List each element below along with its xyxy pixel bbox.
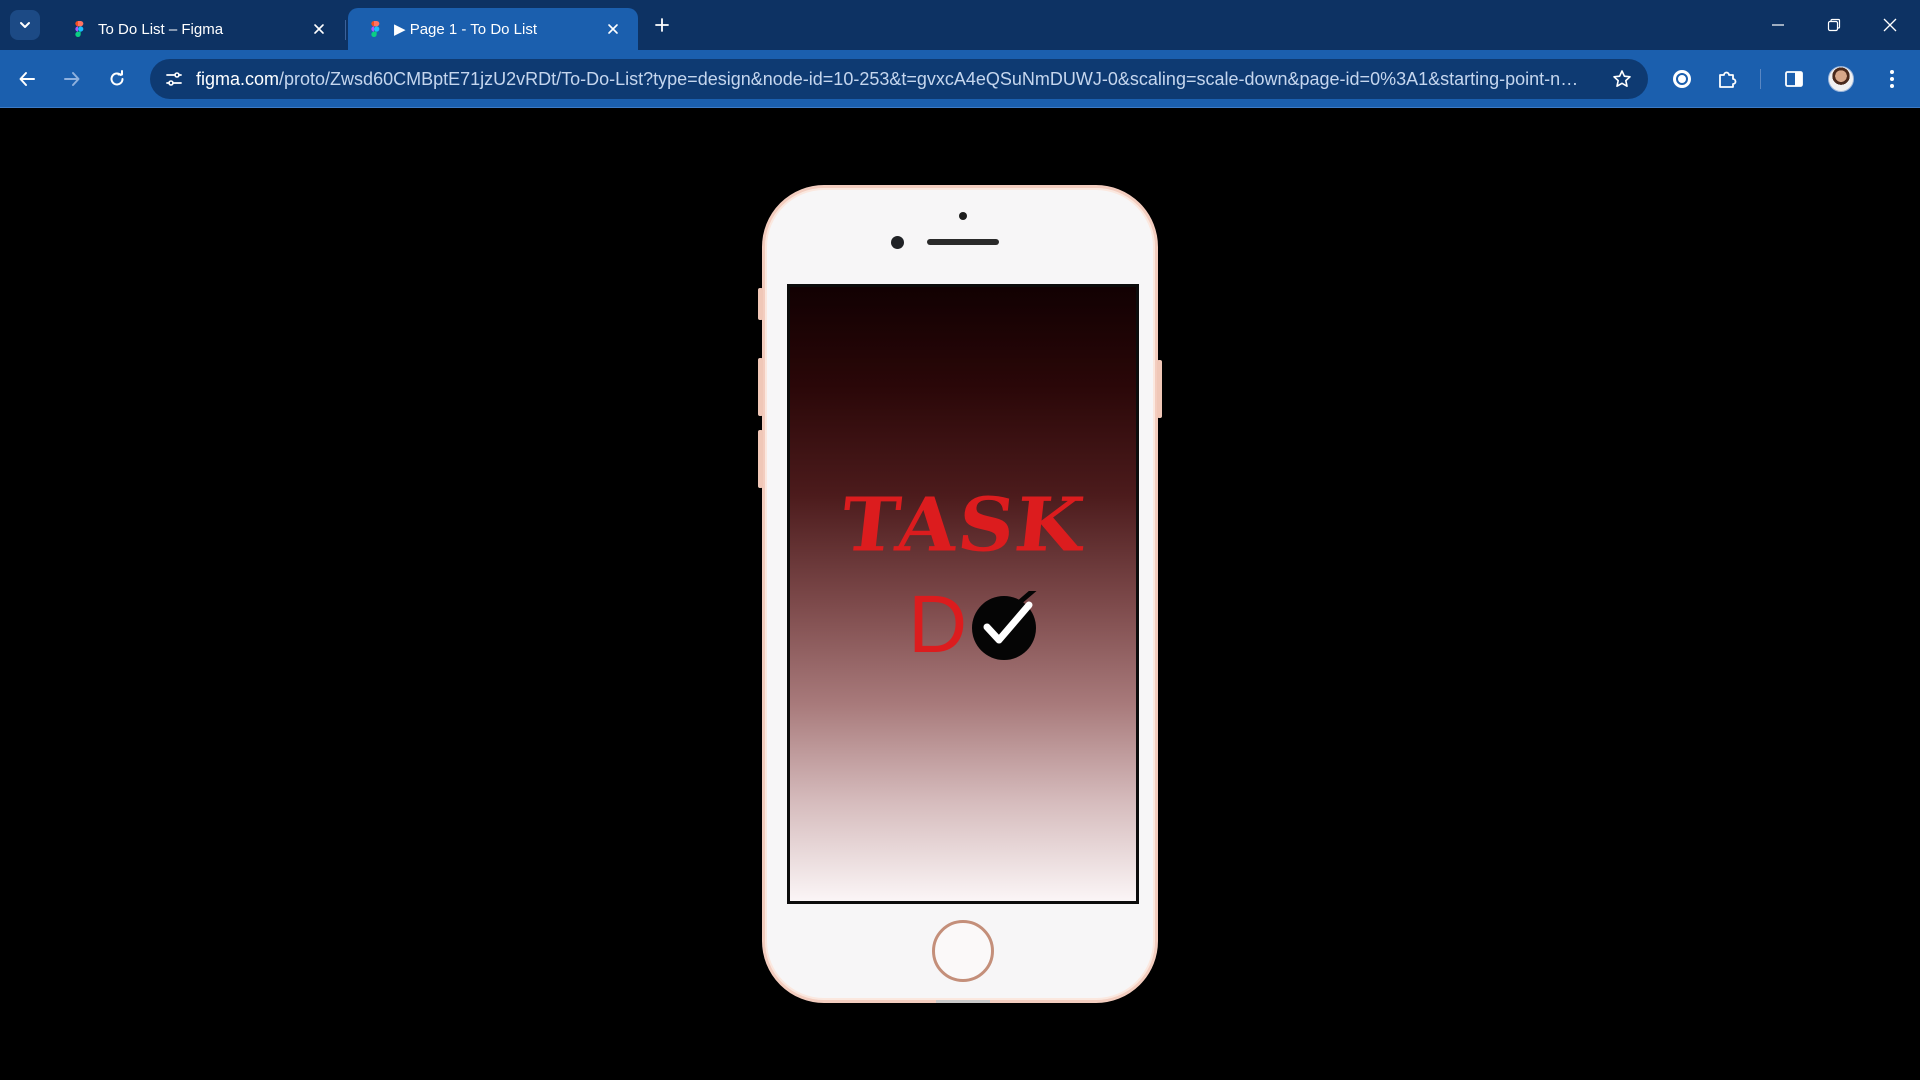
- earpiece-speaker: [927, 239, 999, 245]
- new-tab-button[interactable]: [648, 11, 676, 39]
- browser-toolbar: figma.com/proto/Zwsd60CMBptE71jzU2vRDt/T…: [0, 50, 1920, 108]
- tab-search-button[interactable]: [10, 10, 40, 40]
- tab-close-button[interactable]: [308, 18, 330, 40]
- puzzle-icon: [1719, 71, 1737, 88]
- logo-do: D: [908, 579, 1041, 670]
- close-icon: [608, 24, 618, 34]
- url-host: figma.com: [196, 69, 280, 89]
- tab-figma-file[interactable]: To Do List – Figma: [52, 8, 344, 50]
- tab-title: To Do List – Figma: [98, 20, 224, 38]
- volume-down-button: [758, 430, 763, 488]
- restore-icon: [1827, 18, 1841, 32]
- close-icon: [1883, 18, 1897, 32]
- close-icon: [314, 24, 324, 34]
- close-window-button[interactable]: [1862, 0, 1918, 50]
- side-panel-button[interactable]: [1776, 61, 1812, 97]
- minimize-icon: [1772, 24, 1784, 26]
- tab-close-button[interactable]: [602, 18, 624, 40]
- home-button[interactable]: [932, 920, 994, 982]
- proximity-sensor: [959, 212, 967, 220]
- address-bar[interactable]: figma.com/proto/Zwsd60CMBptE71jzU2vRDt/T…: [150, 59, 1648, 99]
- back-button[interactable]: [9, 61, 45, 97]
- plus-icon: [655, 18, 669, 32]
- side-panel-icon: [1785, 71, 1803, 87]
- reload-button[interactable]: [99, 61, 135, 97]
- figma-icon: [75, 21, 84, 37]
- extension-button[interactable]: [1664, 61, 1700, 97]
- reload-icon: [110, 70, 124, 86]
- extension-circle-icon: [1673, 70, 1691, 88]
- figma-icon: [371, 21, 380, 37]
- tab-title: ▶ Page 1 - To Do List: [394, 21, 537, 38]
- more-vert-icon: [1890, 70, 1894, 88]
- url-text[interactable]: figma.com/proto/Zwsd60CMBptE71jzU2vRDt/T…: [196, 59, 1582, 99]
- extensions-menu-button[interactable]: [1709, 61, 1745, 97]
- chevron-down-icon: [20, 22, 30, 28]
- minimize-button[interactable]: [1750, 0, 1806, 50]
- forward-button[interactable]: [54, 61, 90, 97]
- volume-up-button: [758, 358, 763, 416]
- tab-prototype[interactable]: ▶ Page 1 - To Do List: [348, 8, 638, 50]
- browser-menu-button[interactable]: [1874, 61, 1910, 97]
- phone-frame: TASK D: [758, 185, 1162, 1003]
- phone-screen[interactable]: TASK D: [787, 284, 1139, 904]
- logo-task-text: TASK: [837, 482, 1090, 569]
- toolbar-divider: [1760, 69, 1761, 89]
- logo-d-text: D: [908, 579, 968, 670]
- front-camera: [891, 236, 904, 249]
- bottom-port: [936, 1000, 990, 1003]
- prototype-viewport: TASK D: [0, 109, 1920, 1080]
- avatar[interactable]: [1828, 66, 1854, 92]
- arrow-left-icon: [19, 72, 35, 86]
- star-icon: [1613, 70, 1631, 87]
- url-path: /proto/Zwsd60CMBptE71jzU2vRDt/To-Do-List…: [279, 69, 1582, 89]
- bookmark-button[interactable]: [1608, 65, 1636, 93]
- tab-strip: To Do List – Figma ▶ Page 1 - To Do List: [0, 0, 1920, 50]
- power-button: [1157, 360, 1162, 418]
- arrow-right-icon: [64, 72, 80, 86]
- restore-button[interactable]: [1806, 0, 1862, 50]
- tune-icon: [166, 72, 182, 86]
- site-info-button[interactable]: [158, 63, 190, 95]
- tab-divider: [345, 20, 346, 40]
- mute-switch: [758, 288, 763, 320]
- check-circle-icon: [972, 591, 1037, 660]
